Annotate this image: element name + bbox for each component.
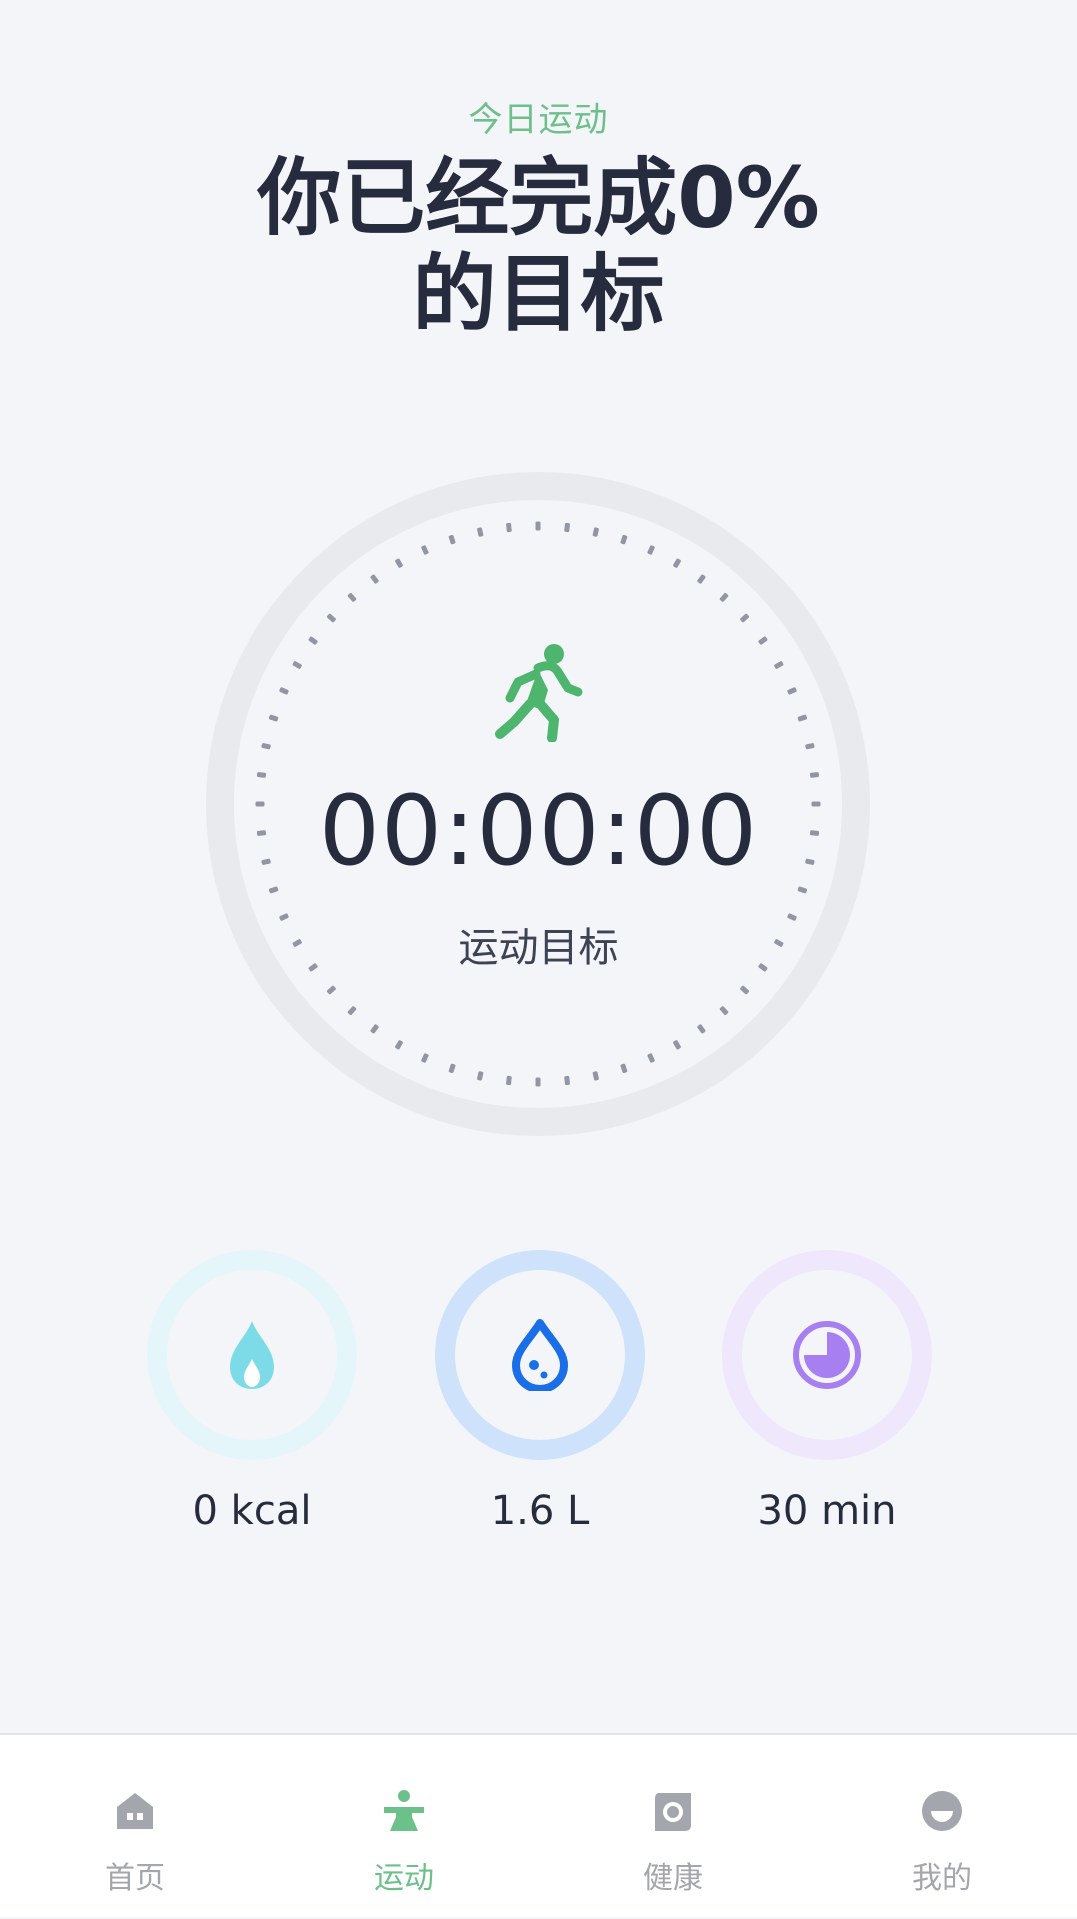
dial-tick (673, 1040, 681, 1050)
home-icon (117, 1793, 153, 1829)
tab-health-label: 健康 (643, 1861, 703, 1896)
clock-icon (793, 1321, 861, 1389)
dial-tick (347, 593, 357, 602)
dial-tick (740, 613, 749, 623)
water-drop-icon (512, 1319, 568, 1391)
dial-tick (506, 522, 512, 533)
tab-mine[interactable]: 我的 (807, 1735, 1077, 1919)
workout-goal-label[interactable]: 运动目标 (0, 915, 1077, 973)
dial-tick (774, 661, 784, 669)
dial-tick (647, 545, 655, 555)
dial-tick (564, 1075, 570, 1086)
workout-timer: 00:00:00 (318, 775, 759, 887)
dial-tick (347, 1006, 357, 1015)
dial-tick (448, 1063, 456, 1074)
dial-tick (279, 687, 289, 695)
dial-tick (421, 1053, 429, 1063)
dial-tick (740, 985, 749, 995)
dial-tick (268, 714, 279, 722)
tab-sport-label: 运动 (374, 1861, 434, 1896)
dial-tick (787, 687, 797, 695)
dial-tick (421, 545, 429, 555)
dial-tick (758, 636, 768, 645)
dial-tick (592, 1071, 599, 1081)
stat-water-value: 1.6 L (490, 1488, 590, 1534)
dial-tick (370, 1024, 379, 1034)
dial-tick (370, 574, 379, 584)
dial-tick (395, 558, 403, 568)
page-title-line1: 你已经完成0% (257, 149, 820, 247)
dial-tick (261, 743, 271, 750)
page-subtitle: 今日运动 (468, 100, 609, 140)
tab-home[interactable]: 首页 (0, 1735, 270, 1919)
walking-person-icon (495, 644, 583, 742)
dial-tick (719, 1006, 729, 1015)
dial-tick (805, 743, 815, 750)
dial-tick (477, 527, 484, 537)
page-title-line2: 的目标 (412, 245, 665, 343)
dial-tick (448, 534, 456, 545)
dial-tick (564, 522, 570, 533)
sport-icon (384, 1790, 424, 1831)
stat-time[interactable]: 30 min (722, 1250, 932, 1534)
tab-health[interactable]: 健康 (538, 1735, 808, 1919)
profile-icon (922, 1791, 962, 1831)
dial-tick (620, 1063, 628, 1074)
page-title: 你已经完成0% 的目标 (0, 150, 1077, 342)
dial-tick (308, 636, 318, 645)
dial-tick (592, 527, 599, 537)
stat-water[interactable]: 1.6 L (435, 1250, 645, 1534)
stat-calories[interactable]: 0 kcal (147, 1250, 357, 1534)
dial-tick (327, 613, 336, 623)
dial-tick (673, 558, 681, 568)
dial-tick (535, 521, 541, 531)
dial-tick (697, 574, 706, 584)
dial-tick (697, 1024, 706, 1034)
stat-time-ring (722, 1250, 932, 1460)
dial-tick (535, 1077, 541, 1087)
dial-tick (292, 661, 302, 669)
dial-tick (395, 1040, 403, 1050)
dial-tick (268, 886, 279, 894)
dial-tick (797, 886, 808, 894)
stat-time-value: 30 min (757, 1488, 897, 1534)
dial-tick (719, 593, 729, 602)
dial-tick (620, 534, 628, 545)
tab-sport[interactable]: 运动 (269, 1735, 539, 1919)
dial-tick (647, 1053, 655, 1063)
tab-mine-label: 我的 (912, 1861, 972, 1896)
flame-icon (230, 1321, 274, 1389)
dial-tick (506, 1075, 512, 1086)
stat-calories-ring (147, 1250, 357, 1460)
stat-calories-value: 0 kcal (192, 1488, 312, 1534)
bottom-tab-bar: 首页 运动 健康 我的 (0, 1733, 1077, 1917)
health-icon (655, 1793, 691, 1831)
dial-tick (477, 1071, 484, 1081)
stat-water-ring (435, 1250, 645, 1460)
dial-tick (327, 985, 336, 995)
tab-home-label: 首页 (105, 1861, 165, 1896)
dial-tick (797, 714, 808, 722)
